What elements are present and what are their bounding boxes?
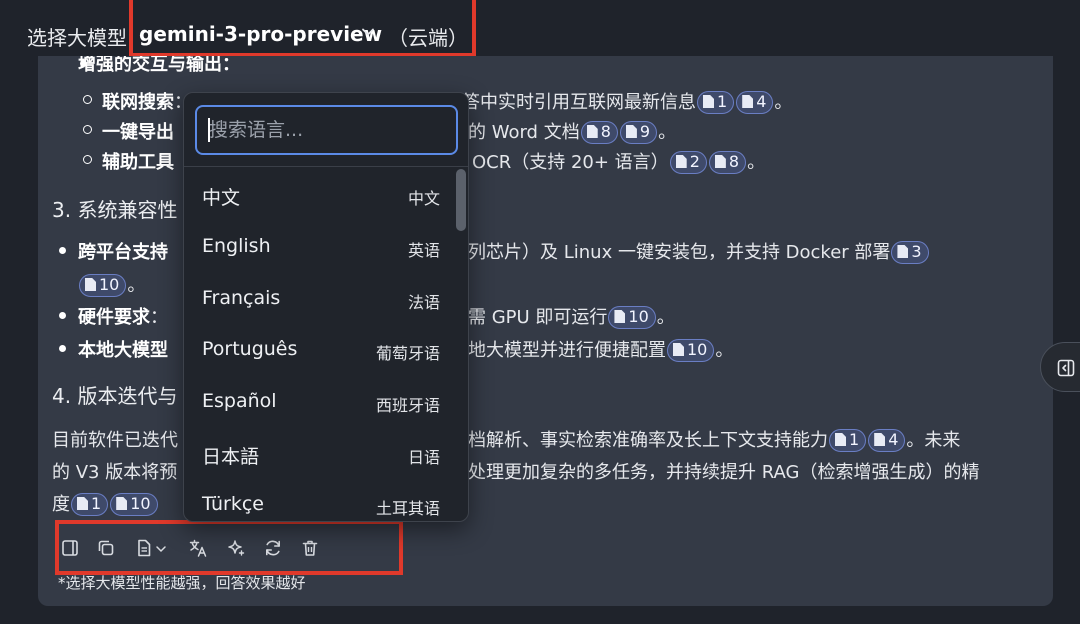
language-native-name: 法语: [407, 293, 440, 312]
language-option-japanese[interactable]: 日本語 日语: [184, 428, 456, 480]
citation-badge[interactable]: 4: [736, 91, 774, 114]
language-native-name: 中文: [407, 189, 440, 208]
paragraph-line-1: 目前软件已迭代: [52, 430, 178, 451]
citation-badge[interactable]: 9: [619, 121, 658, 144]
citation-badge[interactable]: 3: [891, 241, 929, 264]
citation-badge[interactable]: 2: [669, 151, 707, 174]
language-name: Português: [202, 338, 298, 360]
language-option-portuguese[interactable]: Português 葡萄牙语: [184, 324, 456, 376]
citation-badge[interactable]: 10: [110, 493, 158, 516]
citation-badge[interactable]: 1: [829, 429, 867, 452]
language-name: Türkçe: [202, 493, 264, 515]
citation-badge[interactable]: 1: [697, 91, 735, 114]
language-name: 中文: [202, 187, 241, 209]
sub-bullet: [83, 95, 92, 104]
list-item-cross-platform-tail: 系列芯片）及 Linux 一键安装包，并支持 Docker 部署 3: [450, 238, 930, 264]
sub-bullet: [83, 125, 92, 134]
document-icon[interactable]: [134, 538, 154, 558]
language-native-name: 西班牙语: [375, 396, 440, 415]
paragraph-line-2-tail: 处理更加复杂的多任务，并持续提升 RAG（检索增强生成）的精: [468, 462, 980, 483]
citation-badge[interactable]: 10: [608, 306, 656, 329]
list-item-export: 一键导出: [102, 122, 174, 143]
language-name: English: [202, 235, 271, 257]
section-heading-4: 4. 版本迭代与: [52, 384, 178, 408]
list-bullet: [59, 345, 66, 352]
panel-icon[interactable]: [60, 538, 80, 558]
list-item-local-model: 本地大模型: [78, 340, 168, 361]
list-item-cross-platform: 跨平台支持: [78, 242, 168, 263]
paragraph-line-2: 的 V3 版本将预: [52, 462, 178, 483]
language-native-name: 葡萄牙语: [375, 344, 440, 363]
list-item-hardware-tail: 需 GPU 即可运行 10。: [468, 306, 675, 329]
language-name: 日本語: [202, 446, 260, 468]
list-bullet: [59, 247, 66, 254]
citation-badge[interactable]: 10: [667, 339, 715, 362]
model-selector-bar: 选择大模型 gemini-3-pro-preview （云端）: [0, 0, 1080, 57]
list-item-tools: 辅助工具: [102, 152, 174, 173]
citation-badge[interactable]: 1: [71, 493, 109, 516]
paragraph-line-1-tail: 档解析、事实检索准确率及长上下文支持能力 1 4 。未来: [468, 429, 961, 452]
sparkle-icon[interactable]: [226, 538, 246, 558]
list-item-export-tail: 的 Word 文档 8 9。: [468, 121, 677, 144]
chevron-down-icon[interactable]: [360, 24, 376, 40]
language-native-name: 土耳其语: [375, 499, 440, 518]
list-item-cross-platform-cont: 10。: [78, 271, 145, 297]
footnote: *选择大模型性能越强，回答效果越好: [58, 574, 306, 592]
citation-badge[interactable]: 4: [868, 429, 906, 452]
list-item-hardware: 硬件要求：: [78, 307, 168, 328]
list-item-local-model-tail: 地大模型并进行便捷配置 10。: [468, 339, 734, 362]
list-item-tools-tail: OCR（支持 20+ 语言） 2 8。: [472, 151, 766, 174]
sub-bullet: [83, 155, 92, 164]
list-bullet: [59, 312, 66, 319]
dropdown-divider: [184, 166, 468, 167]
language-search-input[interactable]: [197, 107, 456, 153]
language-name: Français: [202, 287, 281, 309]
language-option-turkish[interactable]: Türkçe 土耳其语: [184, 479, 456, 521]
chevron-down-icon[interactable]: [154, 538, 168, 558]
language-native-name: 英语: [407, 241, 440, 260]
dropdown-scrollbar[interactable]: [456, 169, 466, 231]
model-selector-label: 选择大模型: [27, 26, 127, 50]
citation-badge[interactable]: 8: [708, 151, 747, 174]
refresh-icon[interactable]: [263, 538, 283, 558]
paragraph-line-3: 度 1 10: [52, 490, 159, 516]
copy-icon[interactable]: [96, 538, 116, 558]
text-caret: [208, 118, 210, 142]
language-option-chinese[interactable]: 中文 中文: [184, 169, 456, 221]
language-option-english[interactable]: English 英语: [184, 221, 456, 273]
model-location: （云端）: [388, 26, 468, 50]
translate-icon[interactable]: [188, 538, 208, 558]
language-search-box[interactable]: [195, 105, 458, 155]
language-option-spanish[interactable]: Español 西班牙语: [184, 376, 456, 428]
trash-icon[interactable]: [300, 538, 320, 558]
language-name: Español: [202, 390, 277, 412]
language-native-name: 日语: [407, 448, 440, 467]
citation-badge[interactable]: 8: [580, 121, 618, 144]
citation-badge[interactable]: 10: [79, 274, 127, 297]
section-heading-3: 3. 系统兼容性: [52, 198, 178, 222]
language-dropdown: 中文 中文 English 英语 Français 法语 Português 葡…: [183, 92, 469, 522]
model-dropdown-value[interactable]: gemini-3-pro-preview: [139, 22, 382, 46]
language-option-french[interactable]: Français 法语: [184, 273, 456, 325]
